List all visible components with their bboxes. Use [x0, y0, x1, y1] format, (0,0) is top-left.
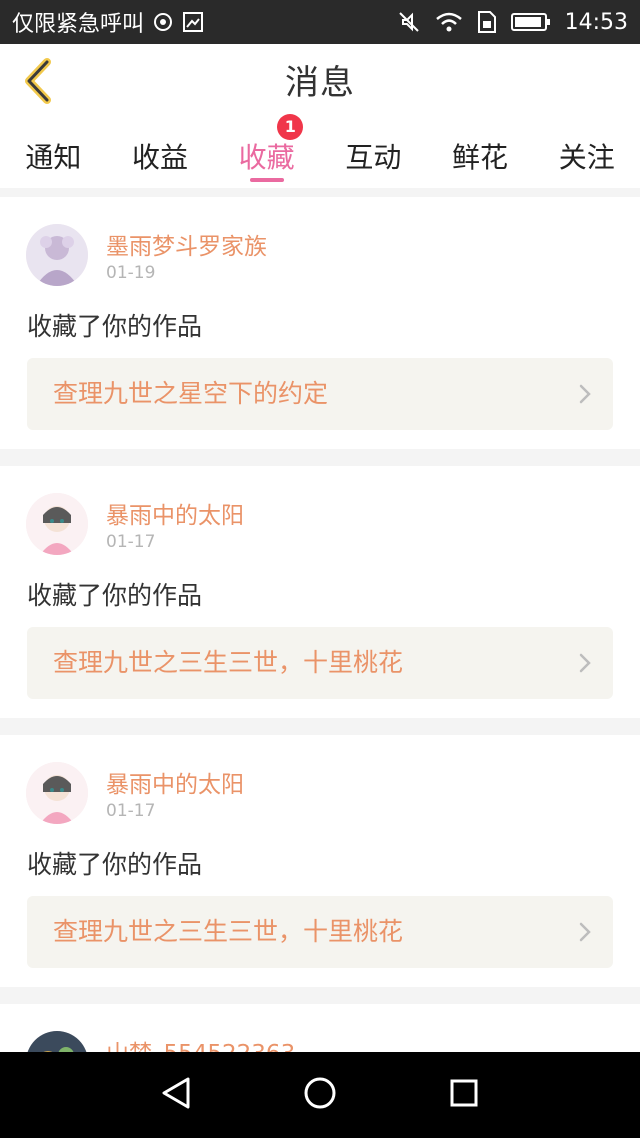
nav-home-button[interactable]: [292, 1067, 348, 1123]
nav-back-button[interactable]: [148, 1067, 204, 1123]
clock-time: 14:53: [564, 9, 628, 35]
tab-interaction[interactable]: 互动: [320, 122, 427, 188]
message-date: 01-17: [106, 532, 156, 552]
mute-icon: [397, 10, 421, 34]
active-tab-indicator: [249, 178, 284, 182]
work-title: 查理九世之星空下的约定: [53, 379, 329, 408]
avatar[interactable]: [26, 224, 88, 286]
app-header: 消息: [0, 44, 640, 123]
message-date: 01-17: [106, 801, 156, 821]
message-card: 墨雨梦斗罗家族 01-19 收藏了你的作品 查理九世之星空下的约定: [0, 197, 640, 449]
status-left: 仅限紧急呼叫: [12, 6, 204, 38]
message-card: 暴雨中的太阳 01-17 收藏了你的作品 查理九世之三生三世，十里桃花: [0, 466, 640, 718]
chevron-right-icon: [579, 922, 591, 946]
user-name[interactable]: 暴雨中的太阳: [106, 765, 244, 799]
user-name[interactable]: 墨雨梦斗罗家族: [106, 227, 267, 261]
battery-icon: [510, 12, 551, 32]
system-nav-bar: [0, 1052, 640, 1138]
tab-notice[interactable]: 通知: [0, 122, 107, 188]
tab-label: 收益: [132, 141, 189, 174]
page-title: 消息: [285, 63, 355, 103]
sync-icon: [152, 11, 174, 33]
tab-follow[interactable]: 关注: [533, 122, 640, 188]
message-card: 山梦_554522363: [0, 1004, 640, 1052]
status-bar: 仅限紧急呼叫 14:53: [0, 0, 640, 44]
message-date: 01-19: [106, 263, 156, 283]
work-link[interactable]: 查理九世之三生三世，十里桃花: [27, 627, 613, 699]
user-name[interactable]: 暴雨中的太阳: [106, 496, 244, 530]
tab-label: 鲜花: [452, 141, 509, 174]
chevron-right-icon: [579, 384, 591, 408]
message-card: 暴雨中的太阳 01-17 收藏了你的作品 查理九世之三生三世，十里桃花: [0, 735, 640, 987]
work-link[interactable]: 查理九世之三生三世，十里桃花: [27, 896, 613, 968]
square-recents-icon: [449, 1078, 479, 1112]
action-text: 收藏了你的作品: [27, 312, 203, 341]
nav-recents-button[interactable]: [436, 1067, 492, 1123]
chevron-right-icon: [579, 653, 591, 677]
avatar[interactable]: [26, 1031, 88, 1052]
action-text: 收藏了你的作品: [27, 850, 203, 879]
sim-icon: [477, 10, 497, 34]
tab-bar: 通知 收益 收藏 1 互动 鲜花 关注: [0, 114, 640, 188]
circle-home-icon: [303, 1076, 337, 1114]
tab-label: 收藏: [238, 141, 295, 174]
work-title: 查理九世之三生三世，十里桃花: [53, 648, 404, 677]
tab-label: 通知: [25, 141, 82, 174]
carrier-text: 仅限紧急呼叫: [12, 12, 145, 37]
unread-badge: 1: [277, 114, 304, 140]
avatar[interactable]: [26, 762, 88, 824]
wifi-icon: [435, 11, 463, 33]
avatar[interactable]: [26, 493, 88, 555]
tab-favorites[interactable]: 收藏 1: [213, 114, 320, 188]
tab-flowers[interactable]: 鲜花: [427, 122, 534, 188]
work-link[interactable]: 查理九世之星空下的约定: [27, 358, 613, 430]
user-name[interactable]: 山梦_554522363: [106, 1034, 295, 1052]
tab-label: 互动: [345, 141, 402, 174]
tab-label: 关注: [558, 141, 615, 174]
work-title: 查理九世之三生三世，十里桃花: [53, 917, 404, 946]
triangle-back-icon: [160, 1076, 192, 1114]
status-right: 14:53: [397, 10, 628, 35]
tab-earnings[interactable]: 收益: [107, 122, 214, 188]
image-icon: [182, 11, 204, 33]
action-text: 收藏了你的作品: [27, 581, 203, 610]
